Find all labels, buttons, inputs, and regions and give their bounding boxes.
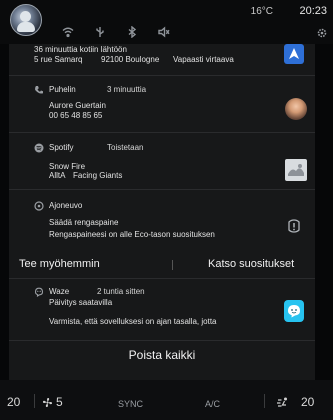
vehicle-notification[interactable]: Ajoneuvo Säädä rengaspaine Rengaspainees… bbox=[9, 190, 315, 246]
track-title: Snow Fire bbox=[49, 162, 86, 171]
passenger-temperature[interactable]: 20 bbox=[301, 395, 314, 409]
vehicle-app-name: Ajoneuvo bbox=[49, 201, 83, 210]
bluetooth-icon bbox=[128, 26, 137, 38]
clock: 20:23 bbox=[299, 5, 327, 17]
sync-button[interactable]: SYNC bbox=[118, 399, 143, 409]
status-bar: 16°C 20:23 bbox=[0, 0, 333, 44]
navigation-notification[interactable]: 36 minuuttia kotiin lähtöön 5 rue Samarq… bbox=[9, 44, 315, 75]
update-message: Varmista, että sovelluksesi on ajan tasa… bbox=[49, 317, 217, 326]
nav-address: 5 rue Samarq bbox=[34, 55, 83, 64]
contact-name: Aurore Guertain bbox=[49, 101, 106, 110]
spotify-icon bbox=[34, 143, 44, 153]
driver-temperature[interactable]: 20 bbox=[7, 395, 20, 409]
update-title: Päivitys saatavilla bbox=[49, 298, 113, 307]
start-navigation-button[interactable] bbox=[284, 44, 304, 64]
status-icons bbox=[62, 26, 170, 38]
tire-pressure-title: Säädä rengaspaine bbox=[49, 218, 119, 227]
nav-traffic-status: Vapaasti virtaava bbox=[173, 55, 234, 64]
album-art bbox=[285, 159, 307, 181]
phone-notification[interactable]: Puhelin 3 minuuttia Aurore Guertain 00 6… bbox=[9, 76, 315, 132]
spotify-app-name: Spotify bbox=[49, 143, 74, 152]
spotify-notification[interactable]: Spotify Toistetaan Snow Fire AlltA Facin… bbox=[9, 133, 315, 189]
waze-time-ago: 2 tuntia sitten bbox=[97, 287, 145, 296]
waze-logo-icon bbox=[288, 305, 300, 318]
remind-later-button[interactable]: Tee myöhemmin bbox=[19, 258, 100, 270]
divider bbox=[9, 340, 315, 341]
tire-pressure-message: Rengaspaineesi on alle Eco-tason suositu… bbox=[49, 230, 215, 239]
usb-icon bbox=[96, 27, 104, 37]
wifi-icon bbox=[62, 27, 74, 38]
phone-icon bbox=[35, 86, 43, 94]
divider bbox=[34, 394, 35, 408]
waze-icon bbox=[34, 287, 44, 297]
ac-button[interactable]: A/C bbox=[205, 399, 220, 409]
user-avatar[interactable] bbox=[10, 4, 42, 36]
vehicle-icon bbox=[34, 201, 44, 211]
nav-eta-text: 36 minuuttia kotiin lähtöön bbox=[34, 45, 127, 54]
fan-icon[interactable] bbox=[42, 397, 53, 408]
contact-number: 00 65 48 85 65 bbox=[49, 111, 103, 120]
clear-all-button[interactable]: Poista kaikki bbox=[9, 348, 315, 362]
button-divider bbox=[172, 260, 173, 270]
fan-speed: 5 bbox=[56, 395, 63, 409]
climate-bar: 20 5 SYNC A/C 20 bbox=[0, 380, 333, 420]
track-artist: AlltA bbox=[49, 171, 66, 180]
contact-photo bbox=[285, 98, 307, 120]
settings-icon[interactable] bbox=[317, 28, 327, 38]
tire-pressure-icon bbox=[288, 219, 300, 233]
waze-notification[interactable]: Waze 2 tuntia sitten Päivitys saatavilla… bbox=[9, 279, 315, 339]
nav-city: 92100 Boulogne bbox=[101, 55, 160, 64]
air-distribution-icon[interactable] bbox=[276, 397, 290, 408]
outside-temperature: 16°C bbox=[250, 6, 273, 17]
view-recommendations-button[interactable]: Katso suositukset bbox=[208, 258, 294, 270]
album-art-icon bbox=[288, 164, 304, 176]
notification-panel: 36 minuuttia kotiin lähtöön 5 rue Samarq… bbox=[9, 44, 315, 380]
phone-app-name: Puhelin bbox=[49, 85, 76, 94]
phone-time-ago: 3 minuuttia bbox=[107, 85, 147, 94]
track-album: Facing Giants bbox=[73, 171, 123, 180]
navigation-arrow-icon bbox=[289, 48, 299, 59]
volume-mute-icon bbox=[158, 26, 170, 38]
waze-app-thumbnail bbox=[284, 300, 304, 322]
waze-app-name: Waze bbox=[49, 287, 70, 296]
playback-status: Toistetaan bbox=[107, 143, 144, 152]
divider bbox=[264, 394, 265, 408]
